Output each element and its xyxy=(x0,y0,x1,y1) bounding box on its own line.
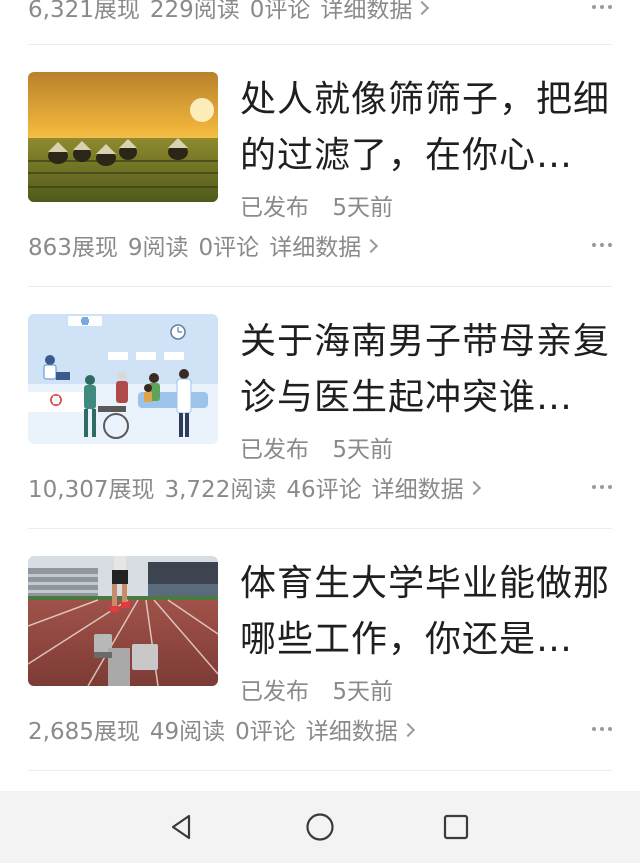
reads-count: 3,722阅读 xyxy=(164,477,277,503)
impressions-count: 2,685展现 xyxy=(28,719,140,745)
publish-status: 已发布 xyxy=(240,679,309,705)
article-title: 关于海南男子带母亲复诊与医生起冲突谁… xyxy=(240,321,611,418)
divider xyxy=(28,770,612,771)
more-options-button[interactable] xyxy=(592,479,612,495)
dot-icon xyxy=(600,243,604,247)
dot-icon xyxy=(592,485,596,489)
reads-count: 49阅读 xyxy=(149,719,226,745)
impressions-count: 6,321展现 xyxy=(28,0,140,23)
article-stats: 10,307展现 3,722阅读 46评论 详细数据 xyxy=(28,470,612,504)
previous-article-stats: 6,321展现 229阅读 0评论 详细数据 xyxy=(28,0,612,27)
article-meta: 已发布 5天前 xyxy=(240,430,393,464)
recents-button[interactable] xyxy=(434,805,478,849)
detail-data-label: 详细数据 xyxy=(269,235,362,261)
article-stats: 863展现 9阅读 0评论 详细数据 xyxy=(28,228,612,262)
article-card[interactable]: 体育生大学毕业能做那哪些工作，你还是… 已发布 5天前 2,685展现 49阅读… xyxy=(28,556,612,756)
dot-icon xyxy=(608,485,612,489)
more-options-button[interactable] xyxy=(592,0,612,15)
article-title: 体育生大学毕业能做那哪些工作，你还是… xyxy=(240,563,611,660)
divider xyxy=(28,528,612,529)
chevron-right-icon xyxy=(364,238,379,253)
article-title: 处人就像筛筛子，把细的过滤了，在你心… xyxy=(240,79,611,176)
home-button[interactable] xyxy=(298,805,342,849)
impressions-count: 863展现 xyxy=(28,235,118,261)
detail-data-link[interactable]: 详细数据 xyxy=(305,712,415,746)
impressions-count: 10,307展现 xyxy=(28,477,155,503)
publish-status: 已发布 xyxy=(240,195,309,221)
dot-icon xyxy=(600,485,604,489)
comments-count: 0评论 xyxy=(249,0,311,23)
detail-data-label: 详细数据 xyxy=(371,477,464,503)
dot-icon xyxy=(608,243,612,247)
dot-icon xyxy=(592,727,596,731)
system-navigation-bar xyxy=(0,791,640,863)
divider xyxy=(28,286,612,287)
publish-status: 已发布 xyxy=(240,437,309,463)
chevron-right-icon xyxy=(466,480,481,495)
more-options-button[interactable] xyxy=(592,237,612,253)
screen: 6,321展现 229阅读 0评论 详细数据 处人就像筛筛子，把细的过滤了，在你… xyxy=(0,0,640,863)
article-stats: 2,685展现 49阅读 0评论 详细数据 xyxy=(28,712,612,746)
back-button[interactable] xyxy=(160,805,204,849)
comments-count: 46评论 xyxy=(286,477,362,503)
dot-icon xyxy=(608,727,612,731)
detail-data-link[interactable]: 详细数据 xyxy=(320,0,430,24)
dot-icon xyxy=(608,5,612,9)
comments-count: 0评论 xyxy=(198,235,260,261)
chevron-right-icon xyxy=(415,0,430,15)
running-track-image xyxy=(28,556,218,686)
publish-time: 5天前 xyxy=(332,195,393,221)
detail-data-label: 详细数据 xyxy=(320,0,413,23)
recents-square-icon xyxy=(443,814,469,840)
reads-count: 9阅读 xyxy=(127,235,189,261)
article-meta: 已发布 5天前 xyxy=(240,188,393,222)
rice-field-sunset-image xyxy=(28,72,218,202)
more-options-button[interactable] xyxy=(592,721,612,737)
article-card[interactable]: 关于海南男子带母亲复诊与医生起冲突谁… 已发布 5天前 10,307展现 3,7… xyxy=(28,314,612,514)
detail-data-label: 详细数据 xyxy=(305,719,398,745)
publish-time: 5天前 xyxy=(332,437,393,463)
detail-data-link[interactable]: 详细数据 xyxy=(269,228,379,262)
article-card[interactable]: 处人就像筛筛子，把细的过滤了，在你心… 已发布 5天前 863展现 9阅读 0评… xyxy=(28,72,612,272)
home-circle-icon xyxy=(306,813,334,841)
reads-count: 229阅读 xyxy=(149,0,240,23)
chevron-right-icon xyxy=(400,722,415,737)
publish-time: 5天前 xyxy=(332,679,393,705)
back-triangle-icon xyxy=(171,814,191,840)
hospital-illustration-image xyxy=(28,314,218,444)
dot-icon xyxy=(592,243,596,247)
dot-icon xyxy=(600,5,604,9)
dot-icon xyxy=(600,727,604,731)
dot-icon xyxy=(592,5,596,9)
comments-count: 0评论 xyxy=(235,719,296,745)
article-meta: 已发布 5天前 xyxy=(240,672,393,706)
divider xyxy=(28,44,612,45)
detail-data-link[interactable]: 详细数据 xyxy=(371,470,481,504)
